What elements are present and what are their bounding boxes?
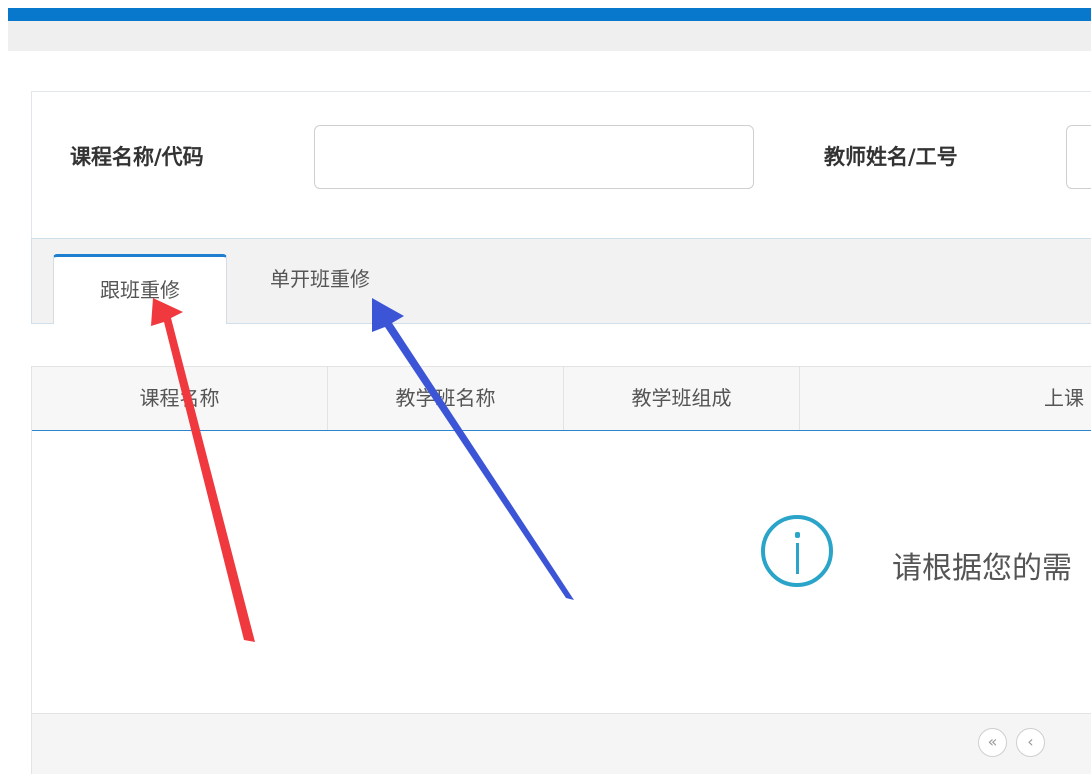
- tab-separate-class-retake[interactable]: 单开班重修: [238, 249, 402, 309]
- course-grid: 课程名称 教学班名称 教学班组成 上课 请根据您的需 « ‹: [31, 366, 1091, 774]
- course-name-code-input[interactable]: [314, 125, 754, 189]
- tab-bar: 跟班重修 单开班重修: [31, 238, 1091, 324]
- column-header-course-name[interactable]: 课程名称: [32, 367, 328, 430]
- teacher-name-id-input[interactable]: [1066, 125, 1091, 189]
- search-panel: 课程名称/代码 教师姓名/工号: [31, 91, 1091, 238]
- course-name-code-label: 课程名称/代码: [70, 145, 204, 169]
- chevron-left-icon[interactable]: ‹: [1016, 728, 1045, 757]
- info-icon: [761, 515, 833, 587]
- page: 课程名称/代码 教师姓名/工号 跟班重修 单开班重修 课程名称 教学班名称 教学…: [0, 0, 1091, 774]
- column-header-class-composition[interactable]: 教学班组成: [564, 367, 800, 430]
- top-header-bar: [8, 8, 1091, 21]
- grid-pager: « ‹: [32, 713, 1091, 774]
- column-header-class-time[interactable]: 上课: [800, 367, 1091, 430]
- double-chevron-left-icon[interactable]: «: [978, 728, 1007, 757]
- tab-follow-class-retake[interactable]: 跟班重修: [53, 254, 227, 324]
- empty-state-message: 请根据您的需: [892, 551, 1072, 586]
- column-header-class-name[interactable]: 教学班名称: [328, 367, 564, 430]
- sub-header-bar: [8, 21, 1091, 51]
- grid-header: 课程名称 教学班名称 教学班组成 上课: [32, 367, 1091, 431]
- teacher-name-id-label: 教师姓名/工号: [824, 145, 958, 169]
